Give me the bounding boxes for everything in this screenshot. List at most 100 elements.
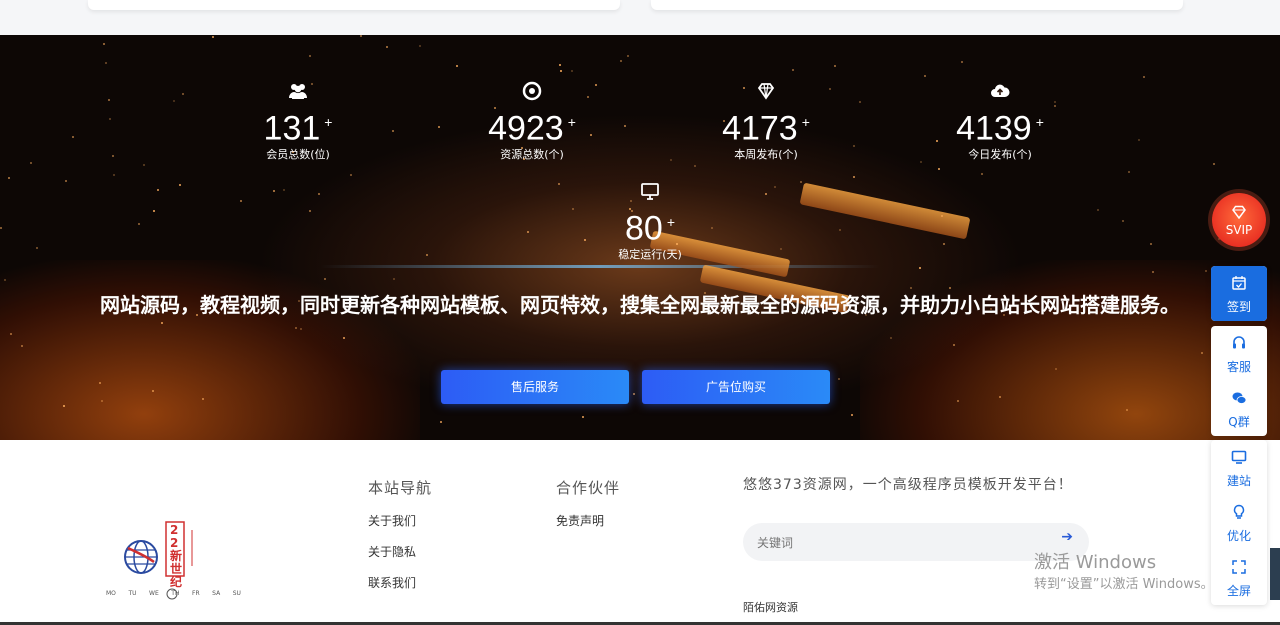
sidebar-group-service: 客服 Q群 xyxy=(1211,326,1267,436)
decor-spark xyxy=(1122,220,1124,222)
decor-spark xyxy=(1097,209,1099,211)
decor-spark xyxy=(961,61,963,63)
decor-spark xyxy=(1143,76,1145,78)
stat-plus: + xyxy=(1035,114,1044,130)
stats-banner: 131 + 会员总数(位) 4923 + 资源总数(个) 4173 + 本周发布(个)… xyxy=(0,35,1280,440)
site-logo[interactable]: 22新世纪 MO TU WE TH FR SA SU xyxy=(106,520,241,600)
logo-day: FR xyxy=(192,590,200,597)
decor-spark xyxy=(105,62,107,64)
ad-purchase-button[interactable]: 广告位购买 xyxy=(642,370,830,404)
search-submit-icon[interactable]: ➔ xyxy=(1061,529,1073,545)
nav-link-privacy[interactable]: 关于隐私 xyxy=(368,543,416,560)
stat-value: 4173 xyxy=(722,109,798,148)
decor-spark xyxy=(839,229,841,231)
sidebar-item-label: 客服 xyxy=(1226,360,1251,374)
decor-spark xyxy=(8,177,10,179)
decor-spark xyxy=(72,136,74,138)
windows-activation-hint: 转到“设置”以激活 Windows。 xyxy=(1034,577,1214,592)
decor-spark xyxy=(300,328,302,330)
sidebar-item-support[interactable]: 客服 xyxy=(1211,326,1267,381)
svip-label: SVIP xyxy=(1225,223,1253,237)
decor-spark xyxy=(30,162,32,164)
svip-button[interactable]: SVIP xyxy=(1212,193,1266,247)
decor-spark xyxy=(153,210,155,212)
sidebar-item-qgroup[interactable]: Q群 xyxy=(1211,381,1267,436)
decor-spark xyxy=(101,400,103,402)
calendar-check-icon xyxy=(1232,276,1246,290)
sidebar-item-label: Q群 xyxy=(1228,415,1250,429)
decor-spark xyxy=(103,43,105,45)
decor-spark xyxy=(157,189,159,191)
decor-spark xyxy=(393,278,395,280)
decor-spark xyxy=(173,100,175,102)
partner-link-disclaimer[interactable]: 免责声明 xyxy=(556,512,604,529)
stat-plus: + xyxy=(666,214,675,230)
headset-icon xyxy=(1233,336,1245,349)
decor-spark xyxy=(440,421,442,423)
decor-spark xyxy=(152,390,154,392)
decor-spark xyxy=(1126,409,1128,411)
decor-spark xyxy=(981,173,983,175)
decor-spark xyxy=(780,248,782,250)
decor-spark xyxy=(360,35,362,37)
decor-spark xyxy=(179,184,181,186)
chrome-icon xyxy=(522,81,542,101)
friend-link[interactable]: 陌佑网资源 xyxy=(743,599,798,615)
sidebar-item-fullscreen[interactable]: 全屏 xyxy=(1211,550,1267,605)
decor-spark xyxy=(694,165,696,167)
monitor-icon xyxy=(641,183,659,200)
sidebar-group-tools: 建站 优化 全屏 xyxy=(1211,440,1267,605)
sidebar-item-signin[interactable]: 签到 xyxy=(1211,266,1267,321)
decor-spark xyxy=(943,243,945,245)
decor-spark xyxy=(0,227,2,229)
banner-glow-left xyxy=(0,260,420,440)
decor-spark xyxy=(792,69,794,71)
decor-spark xyxy=(273,190,275,192)
decor-spark xyxy=(63,405,65,407)
decor-spark xyxy=(999,396,1001,398)
logo-day: SU xyxy=(232,590,241,597)
decor-spark xyxy=(910,287,912,289)
decor-spark xyxy=(10,333,12,335)
decor-spark xyxy=(212,36,214,38)
stat-label: 会员总数(位) xyxy=(266,148,330,162)
decor-spark xyxy=(309,210,311,212)
logo-day: TH xyxy=(171,590,180,597)
sidebar-item-optimize[interactable]: 优化 xyxy=(1211,495,1267,550)
monitor-icon xyxy=(1231,450,1247,464)
lightbulb-icon xyxy=(1233,504,1245,519)
diamond-icon xyxy=(1232,205,1246,219)
decor-spark xyxy=(318,193,320,195)
decor-spark xyxy=(324,278,326,280)
nav-link-about[interactable]: 关于我们 xyxy=(368,512,416,529)
decor-spark xyxy=(765,193,767,195)
nav-link-contact[interactable]: 联系我们 xyxy=(368,574,416,591)
logo-day: MO xyxy=(106,590,116,597)
fullscreen-icon xyxy=(1232,560,1246,574)
logo-vertical-text: 22新世纪 xyxy=(170,523,183,589)
search-input[interactable] xyxy=(755,533,1049,553)
decor-spark xyxy=(941,215,943,217)
stat-plus: + xyxy=(801,114,810,130)
decor-spark xyxy=(851,414,853,416)
decor-spark xyxy=(438,126,440,128)
about-text: 悠悠373资源网，一个高级程序员模板开发平台！ xyxy=(743,477,1073,493)
decor-spark xyxy=(957,400,959,402)
sidebar-item-build[interactable]: 建站 xyxy=(1211,440,1267,495)
stat-members: 131 + 会员总数(位) xyxy=(208,80,388,162)
cloud-upload-icon xyxy=(991,84,1010,97)
decor-spark xyxy=(161,322,163,324)
decor-spark xyxy=(36,247,38,249)
decor-spark xyxy=(670,159,672,161)
decor-chip xyxy=(799,182,971,240)
logo-day: SA xyxy=(212,590,221,597)
decor-spark xyxy=(1128,171,1130,173)
after-sales-button[interactable]: 售后服务 xyxy=(441,370,629,404)
decor-spark xyxy=(182,93,184,95)
decor-spark xyxy=(343,337,345,339)
decor-spark xyxy=(527,231,529,233)
wechat-icon xyxy=(1232,392,1247,404)
windows-activation-title: 激活 Windows xyxy=(1034,552,1157,573)
decor-spark xyxy=(295,327,297,329)
decor-spark xyxy=(65,180,67,182)
